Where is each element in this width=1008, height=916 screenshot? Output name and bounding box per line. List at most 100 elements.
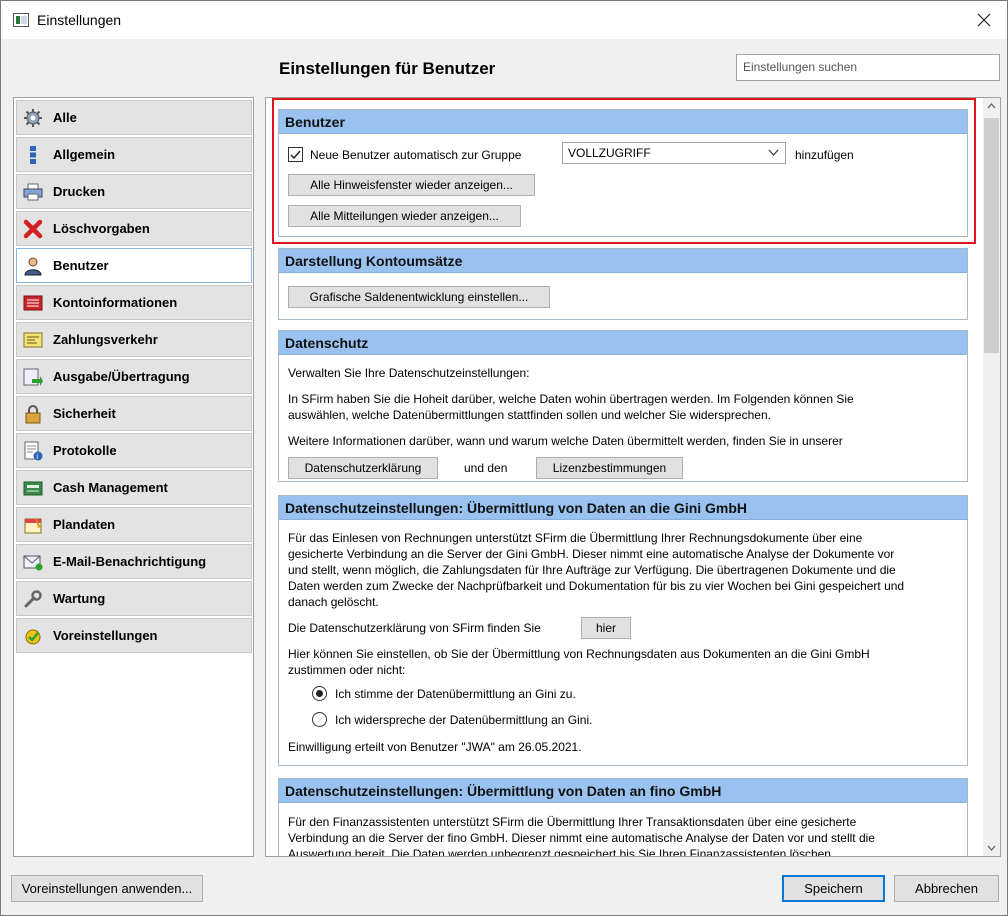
lock-icon (23, 404, 43, 424)
vertical-scrollbar[interactable] (983, 98, 1000, 856)
dots-icon (23, 145, 43, 165)
group-suffix: hinzufügen (795, 148, 854, 162)
sidebar-item-label: Sicherheit (53, 406, 116, 421)
gini-text-line: gesicherte Verbindung an die Server der … (288, 547, 895, 561)
sidebar-item-label: Benutzer (53, 258, 109, 273)
sidebar-item-label: Löschvorgaben (53, 221, 150, 236)
sidebar-item-cash-management[interactable]: Cash Management (16, 470, 252, 505)
sidebar-item-label: Kontoinformationen (53, 295, 178, 310)
email-icon (23, 552, 43, 572)
apply-defaults-button[interactable]: Voreinstellungen anwenden... (11, 875, 203, 902)
sidebar-item-voreinstellungen[interactable]: Voreinstellungen (16, 618, 252, 653)
privacy-text-line: auswählen, welche Datenübermittlungen st… (288, 408, 771, 422)
sidebar-item-sicherheit[interactable]: Sicherheit (16, 396, 252, 431)
sidebar-item-label: Ausgabe/Übertragung (53, 369, 190, 384)
sidebar-item-label: Zahlungsverkehr (53, 332, 158, 347)
search-input[interactable]: Einstellungen suchen (736, 54, 1000, 81)
app-icon (13, 13, 29, 27)
section-benutzer: Benutzer Neue Benutzer automatisch zur G… (278, 109, 968, 237)
section-title: Darstellung Kontoumsätze (279, 249, 967, 273)
transfer-icon (23, 367, 43, 387)
gear-icon (23, 108, 43, 128)
section-darstellung: Darstellung Kontoumsätze Grafische Salde… (278, 248, 968, 320)
section-title: Benutzer (279, 110, 967, 134)
sidebar-item-ausgabe[interactable]: Ausgabe/Übertragung (16, 359, 252, 394)
gini-privacy-line: Die Datenschutzerklärung von SFirm finde… (288, 621, 541, 635)
disagree-label: Ich widerspreche der Datenübermittlung a… (335, 713, 593, 727)
fino-text-line: Verbindung an die Server der fino GmbH. … (288, 831, 875, 845)
auto-group-checkbox[interactable] (288, 147, 303, 162)
and-text: und den (464, 461, 508, 475)
fino-text-line: Auswertung bereit. Die Daten werden unbe… (288, 847, 835, 857)
save-button[interactable]: Speichern (782, 875, 885, 902)
sidebar-item-label: Protokolle (53, 443, 117, 458)
wrench-icon (23, 589, 43, 609)
sidebar-item-label: Voreinstellungen (53, 628, 158, 643)
gini-consent-question: zustimmen oder nicht: (288, 663, 406, 677)
preset-icon (23, 626, 43, 646)
sidebar-item-plandaten[interactable]: Plandaten (16, 507, 252, 542)
page-title: Einstellungen für Benutzer (279, 59, 496, 78)
radio-selected-dot (316, 690, 323, 697)
section-fino: Datenschutzeinstellungen: Übermittlung v… (278, 778, 968, 857)
account-book-icon (23, 293, 43, 313)
gini-text-line: Für das Einlesen von Rechnungen unterstü… (288, 531, 863, 545)
checkmark-icon (290, 150, 301, 160)
scroll-thumb[interactable] (984, 118, 999, 353)
group-select-value: VOLLZUGRIFF (568, 146, 651, 160)
auto-group-label: Neue Benutzer automatisch zur Gruppe (310, 148, 522, 162)
svg-text:i: i (36, 453, 38, 461)
close-icon (977, 13, 991, 27)
user-icon (23, 256, 43, 276)
sidebar-item-benutzer[interactable]: Benutzer (16, 248, 252, 283)
consent-info: Einwilligung erteilt von Benutzer "JWA" … (288, 740, 582, 754)
sidebar-item-label: Allgemein (53, 147, 116, 162)
gini-text-line: und stellt, wenn möglich, die Zahlungsda… (288, 563, 896, 577)
sidebar-item-kontoinformationen[interactable]: Kontoinformationen (16, 285, 252, 320)
title-bar[interactable]: Einstellungen (1, 1, 1007, 39)
sidebar-item-wartung[interactable]: Wartung (16, 581, 252, 616)
show-hints-button[interactable]: Alle Hinweisfenster wieder anzeigen... (288, 174, 535, 196)
close-button[interactable] (967, 5, 1001, 35)
here-button[interactable]: hier (581, 617, 631, 639)
window-title: Einstellungen (37, 12, 122, 28)
payment-form-icon (23, 330, 43, 350)
sidebar-item-label: Alle (53, 110, 77, 125)
sidebar-item-email[interactable]: E-Mail-Benachrichtigung (16, 544, 252, 579)
scroll-up-button[interactable] (983, 98, 1000, 115)
group-select[interactable]: VOLLZUGRIFF (562, 142, 786, 164)
settings-content[interactable]: Benutzer Neue Benutzer automatisch zur G… (265, 97, 1001, 857)
red-x-icon (23, 219, 43, 239)
license-button[interactable]: Lizenzbestimmungen (536, 457, 683, 479)
privacy-intro: Verwalten Sie Ihre Datenschutzeinstellun… (288, 366, 530, 380)
chevron-down-icon (768, 149, 779, 156)
sidebar-item-drucken[interactable]: Drucken (16, 174, 252, 209)
privacy-text-line: In SFirm haben Sie die Hoheit darüber, w… (288, 392, 854, 406)
gini-text-line: Daten werden zum Zwecke der Nachprüfbark… (288, 579, 905, 593)
agree-radio[interactable] (312, 686, 327, 701)
sidebar-item-alle[interactable]: Alle (16, 100, 252, 135)
chevron-down-icon (987, 845, 996, 851)
show-messages-button[interactable]: Alle Mitteilungen wieder anzeigen... (288, 205, 521, 227)
gini-text-line: danach gelöscht. (288, 595, 379, 609)
sidebar: Alle Allgemein Drucken Löschvorgaben Ben… (13, 97, 254, 857)
cancel-button[interactable]: Abbrechen (894, 875, 999, 902)
sidebar-item-allgemein[interactable]: Allgemein (16, 137, 252, 172)
sidebar-item-label: Plandaten (53, 517, 116, 532)
chart-settings-button[interactable]: Grafische Saldenentwicklung einstellen..… (288, 286, 550, 308)
section-datenschutz: Datenschutz Verwalten Sie Ihre Datenschu… (278, 330, 968, 482)
sidebar-item-protokolle[interactable]: i Protokolle (16, 433, 252, 468)
printer-icon (23, 182, 43, 202)
sidebar-item-label: Drucken (53, 184, 106, 199)
section-gini: Datenschutzeinstellungen: Übermittlung v… (278, 495, 968, 766)
fino-text-line: Für den Finanzassistenten unterstützt SF… (288, 815, 857, 829)
scroll-down-button[interactable] (983, 839, 1000, 856)
disagree-radio[interactable] (312, 712, 327, 727)
chevron-up-icon (987, 103, 996, 109)
privacy-policy-button[interactable]: Datenschutzerklärung (288, 457, 438, 479)
sidebar-item-label: Cash Management (53, 480, 168, 495)
section-title: Datenschutzeinstellungen: Übermittlung v… (279, 779, 967, 803)
sidebar-item-loeschvorgaben[interactable]: Löschvorgaben (16, 211, 252, 246)
sidebar-item-zahlungsverkehr[interactable]: Zahlungsverkehr (16, 322, 252, 357)
privacy-info-line: Weitere Informationen darüber, wann und … (288, 434, 843, 448)
